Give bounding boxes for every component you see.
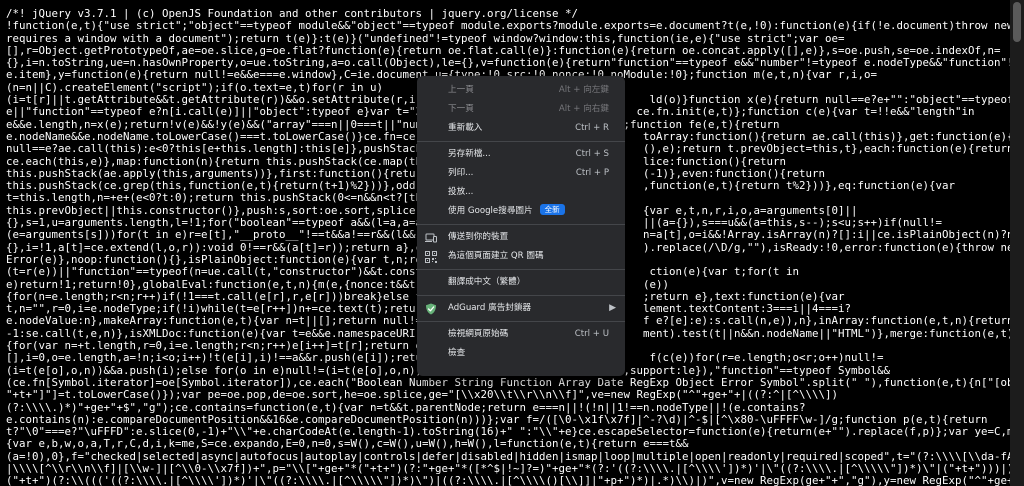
menu-separator <box>417 269 625 270</box>
menu-item-create-qr-code[interactable]: 為這個頁面建立 QR 圖碼 <box>417 247 625 266</box>
menu-item-shortcut: Ctrl + R <box>575 123 609 133</box>
code-line: !function(e,t){"use strict";"object"==ty… <box>6 20 1024 33</box>
menu-item-label: 使用 Google搜尋圖片 <box>448 206 533 216</box>
browser-viewport: /*! jQuery v3.7.1 | (c) OpenJS Foundatio… <box>0 0 1024 486</box>
menu-item-translate[interactable]: 翻譯成中文（繁體） <box>417 273 625 292</box>
chevron-right-icon: ▶ <box>609 303 616 313</box>
menu-item-label: 檢查 <box>448 348 466 358</box>
menu-item-shortcut: Ctrl + S <box>575 149 609 159</box>
menu-item-cast[interactable]: 投放... <box>417 183 625 202</box>
code-line: e.contains(n):e.compareDocumentPosition&… <box>6 413 988 426</box>
menu-separator <box>417 224 625 225</box>
code-line: [],r=Object.getPrototypeOf,ae=oe.slice,g… <box>6 44 1001 57</box>
menu-item-label: 翻譯成中文（繁體） <box>448 277 526 287</box>
menu-item-label: 列印... <box>448 168 474 178</box>
menu-separator <box>417 321 625 322</box>
scrollbar-thumb[interactable] <box>1013 2 1021 42</box>
menu-item-label: 為這個頁面建立 QR 圖碼 <box>448 251 544 261</box>
vertical-scrollbar[interactable] <box>1010 0 1024 486</box>
qr-code-icon <box>425 251 437 263</box>
menu-item-label: 下一頁 <box>448 104 474 114</box>
menu-item-label: 傳送到你的裝置 <box>448 232 509 242</box>
code-line: requires a window with a document");retu… <box>6 32 845 45</box>
adguard-shield-icon <box>425 303 437 315</box>
menu-item-label: 另存新檔... <box>448 149 491 159</box>
menu-item-label: AdGuard 廣告封鎖器 <box>448 303 532 313</box>
new-badge: 全新 <box>539 204 565 215</box>
code-line: /*! jQuery v3.7.1 | (c) OpenJS Foundatio… <box>6 8 579 20</box>
code-line: ("+t+")(?:\\((('((?:\\\\.|[^\\\\'])*)'|\… <box>6 475 1024 486</box>
menu-separator <box>417 141 625 142</box>
code-line: (a=!0),0},f="checked|selected|async|auto… <box>6 450 1024 463</box>
menu-item-label: 上一頁 <box>448 85 474 95</box>
menu-item-shortcut: Alt + 向右鍵 <box>558 104 609 114</box>
menu-item-reload[interactable]: 重新載入 Ctrl + R <box>417 119 625 138</box>
menu-item-adguard[interactable]: AdGuard 廣告封鎖器 ▶ <box>417 299 625 318</box>
menu-item-inspect[interactable]: 檢查 <box>417 344 625 363</box>
menu-separator <box>417 295 625 296</box>
code-line: t?"\0"===e?"\uFFFD":e.slice(0,-1)+"\\"+e… <box>6 426 1024 439</box>
menu-item-shortcut: Ctrl + P <box>575 168 609 178</box>
menu-item-back[interactable]: 上一頁 Alt + 向左鍵 <box>417 81 625 100</box>
menu-item-print[interactable]: 列印... Ctrl + P <box>417 164 625 183</box>
code-line: (?:\\\\.)*)"+ge+"+$","g");ce.contains=fu… <box>6 401 806 414</box>
menu-item-view-source[interactable]: 檢視網頁原始碼 Ctrl + U <box>417 325 625 344</box>
code-line: {var e,b,w,o,a,T,r,C,d,i,k=me,S=ce.expan… <box>6 438 689 451</box>
code-line: |\\\\[^\\r\\n\\f]|[\\w-]|[^\\0-\\x7f])+"… <box>6 462 1024 475</box>
menu-item-label: 投放... <box>448 187 474 197</box>
menu-item-label: 檢視網頁原始碼 <box>448 329 509 339</box>
code-line: "+t+"]"]=t.toLowerCase()});var pe=oe.pop… <box>6 389 839 402</box>
menu-item-shortcut: Ctrl + U <box>574 329 609 339</box>
menu-item-forward[interactable]: 下一頁 Alt + 向右鍵 <box>417 100 625 119</box>
menu-item-label: 重新載入 <box>448 123 483 133</box>
devices-icon <box>425 232 437 244</box>
menu-item-shortcut: Alt + 向左鍵 <box>558 85 609 95</box>
menu-item-search-image-google[interactable]: 使用 Google搜尋圖片 全新 <box>417 202 625 221</box>
menu-item-save-as[interactable]: 另存新檔... Ctrl + S <box>417 145 625 164</box>
code-line: {},i=n.toString,ue=n.hasOwnProperty,o=ue… <box>6 57 1024 70</box>
context-menu: 上一頁 Alt + 向左鍵 下一頁 Alt + 向右鍵 重新載入 Ctrl + … <box>417 76 625 376</box>
code-line: (ce.fn[Symbol.iterator]=oe[Symbol.iterat… <box>6 376 1024 389</box>
menu-item-send-to-devices[interactable]: 傳送到你的裝置 <box>417 228 625 247</box>
